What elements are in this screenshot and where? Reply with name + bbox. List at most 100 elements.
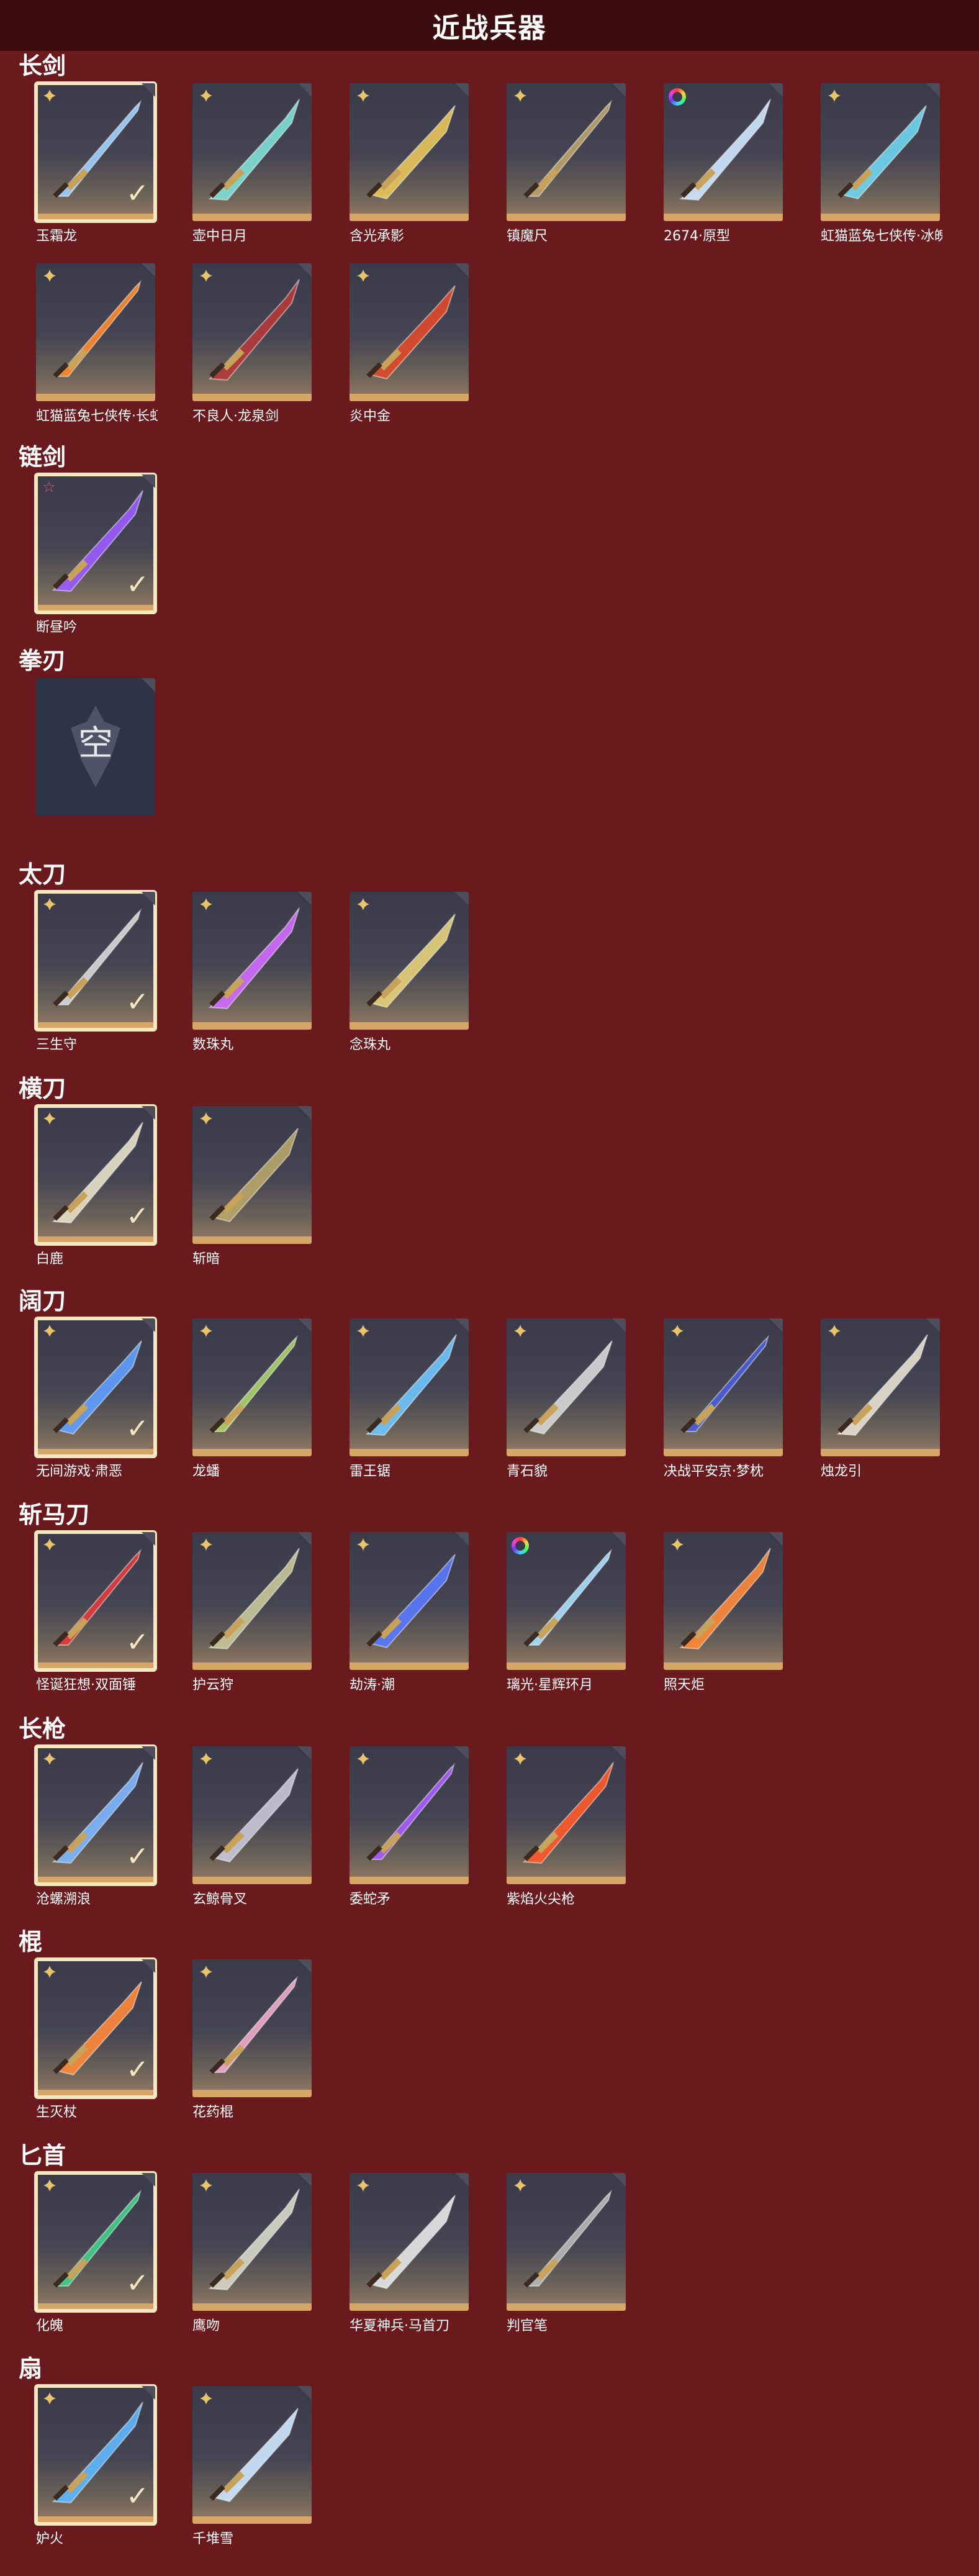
rarity-rainbow-icon — [512, 1537, 529, 1554]
weapon-item[interactable]: 含光承影 — [350, 83, 471, 246]
weapon-card[interactable]: ✓ — [34, 890, 157, 1032]
weapon-card[interactable] — [36, 263, 155, 401]
corner-tab — [298, 1959, 312, 1973]
weapon-card[interactable] — [350, 83, 469, 221]
weapon-card[interactable]: ✓ — [34, 1957, 157, 2099]
weapon-item[interactable]: 壶中日月 — [192, 83, 314, 246]
weapon-card[interactable] — [192, 892, 312, 1030]
category-title: 阔刀 — [19, 1287, 66, 1315]
weapon-item[interactable]: 炎中金 — [350, 263, 471, 426]
weapon-item[interactable]: 数珠丸 — [192, 892, 314, 1054]
weapon-item[interactable]: 斩暗 — [192, 1106, 314, 1269]
equipped-check-icon: ✓ — [126, 1413, 149, 1444]
weapon-item[interactable]: 判官笔 — [507, 2173, 628, 2336]
weapon-card[interactable] — [192, 83, 312, 221]
weapon-item[interactable]: ☆ ✓ 断昼吟 — [34, 473, 158, 637]
weapon-card[interactable] — [192, 1746, 312, 1884]
weapon-card[interactable] — [350, 1532, 469, 1670]
weapon-card[interactable]: 空 — [36, 678, 155, 816]
weapon-item[interactable]: 虹猫蓝兔七侠传·冰魄剑 — [821, 83, 942, 246]
weapon-item[interactable]: ✓ 玉霜龙 — [34, 81, 158, 246]
weapon-card[interactable] — [192, 1106, 312, 1244]
weapon-card[interactable] — [192, 1318, 312, 1456]
weapon-card[interactable] — [664, 83, 783, 221]
weapon-card[interactable] — [350, 1318, 469, 1456]
weapon-item[interactable]: ✓ 化魄 — [34, 2171, 158, 2336]
weapon-card[interactable]: ✓ — [34, 1104, 157, 1246]
weapon-item[interactable]: 龙蟠 — [192, 1318, 314, 1481]
weapon-card[interactable]: ✓ — [34, 1530, 157, 1672]
weapon-card[interactable] — [507, 2173, 626, 2311]
rarity-flower-icon — [43, 898, 56, 910]
weapon-item[interactable]: 璃光·星辉环月 — [507, 1532, 628, 1695]
weapon-card[interactable]: ✓ — [34, 2384, 157, 2526]
weapon-item[interactable]: 委蛇矛 — [350, 1746, 471, 1909]
weapon-item[interactable]: 劫涛·潮 — [350, 1532, 471, 1695]
equipped-check-icon: ✓ — [126, 1841, 149, 1872]
weapon-card[interactable] — [507, 1746, 626, 1884]
weapon-card[interactable]: ✓ — [34, 81, 157, 223]
weapon-item[interactable]: ✓ 沧螺溯浪 — [34, 1744, 158, 1909]
equipped-check-icon: ✓ — [126, 2267, 149, 2299]
weapon-card[interactable] — [350, 263, 469, 401]
weapon-card[interactable] — [821, 1318, 940, 1456]
page-title: 近战兵器 — [432, 12, 547, 44]
weapon-card[interactable] — [192, 2173, 312, 2311]
weapon-item[interactable]: 烛龙引 — [821, 1318, 942, 1481]
weapon-card[interactable] — [192, 2386, 312, 2524]
weapon-item[interactable]: 玄鲸骨叉 — [192, 1746, 314, 1909]
weapon-item[interactable]: ✓ 无间游戏·肃恶 — [34, 1317, 158, 1481]
weapon-card[interactable] — [192, 263, 312, 401]
weapon-item[interactable]: 镇魔尺 — [507, 83, 628, 246]
weapon-item[interactable]: ✓ 生灭杖 — [34, 1957, 158, 2122]
empty-weapon-slot[interactable]: 空 — [36, 678, 158, 841]
corner-tab — [769, 83, 783, 97]
weapon-item[interactable]: 虹猫蓝兔七侠传·长虹剑 — [36, 263, 158, 426]
weapon-item[interactable]: 鹰吻 — [192, 2173, 314, 2336]
weapon-item[interactable]: 华夏神兵·马首刀 — [350, 2173, 471, 2336]
weapon-card[interactable] — [507, 1318, 626, 1456]
weapon-item[interactable]: 2674·原型 — [664, 83, 785, 246]
weapon-item[interactable]: 不良人·龙泉剑 — [192, 263, 314, 426]
weapon-card[interactable]: ✓ — [34, 2171, 157, 2313]
weapon-card[interactable] — [507, 83, 626, 221]
weapon-item[interactable]: ✓ 妒火 — [34, 2384, 158, 2549]
weapon-item[interactable]: 护云狩 — [192, 1532, 314, 1695]
rarity-flower-icon — [200, 270, 212, 282]
rarity-flower-icon — [43, 2179, 56, 2192]
corner-tab — [298, 1532, 312, 1546]
weapon-card[interactable] — [664, 1318, 783, 1456]
rarity-flower-icon — [200, 1112, 212, 1125]
weapon-card[interactable] — [507, 1532, 626, 1670]
weapon-card[interactable] — [350, 1746, 469, 1884]
weapon-card[interactable] — [350, 892, 469, 1030]
weapon-card[interactable] — [192, 1959, 312, 2097]
corner-tab — [298, 1318, 312, 1332]
category-title: 斩马刀 — [19, 1501, 90, 1528]
weapon-item[interactable]: ✓ 白鹿 — [34, 1104, 158, 1269]
weapon-item[interactable]: 千堆雪 — [192, 2386, 314, 2549]
weapon-name: 断昼吟 — [36, 620, 78, 635]
weapon-card[interactable] — [350, 2173, 469, 2311]
weapon-card[interactable]: ✓ — [34, 1317, 157, 1458]
rarity-flower-icon — [671, 1538, 683, 1551]
weapon-item[interactable]: 花药棍 — [192, 1959, 314, 2122]
equipped-check-icon: ✓ — [126, 986, 149, 1018]
weapon-item[interactable]: ✓ 三生守 — [34, 890, 158, 1054]
equipped-check-icon: ✓ — [126, 1200, 149, 1232]
corner-tab — [612, 1532, 626, 1546]
weapon-item[interactable]: 青石貌 — [507, 1318, 628, 1481]
weapon-item[interactable]: 紫焰火尖枪 — [507, 1746, 628, 1909]
weapon-card[interactable] — [821, 83, 940, 221]
weapon-card[interactable]: ☆ ✓ — [34, 473, 157, 614]
weapon-card[interactable] — [192, 1532, 312, 1670]
weapon-card[interactable] — [664, 1532, 783, 1670]
weapon-item[interactable]: 念珠丸 — [350, 892, 471, 1054]
weapon-item[interactable]: ✓ 怪诞狂想·双面锤 — [34, 1530, 158, 1695]
weapon-item[interactable]: 照天炬 — [664, 1532, 785, 1695]
rarity-flower-icon — [357, 1325, 369, 1337]
rarity-flower-icon — [514, 1325, 526, 1337]
weapon-card[interactable]: ✓ — [34, 1744, 157, 1886]
weapon-item[interactable]: 雷王锯 — [350, 1318, 471, 1481]
weapon-item[interactable]: 决战平安京·梦枕 — [664, 1318, 785, 1481]
